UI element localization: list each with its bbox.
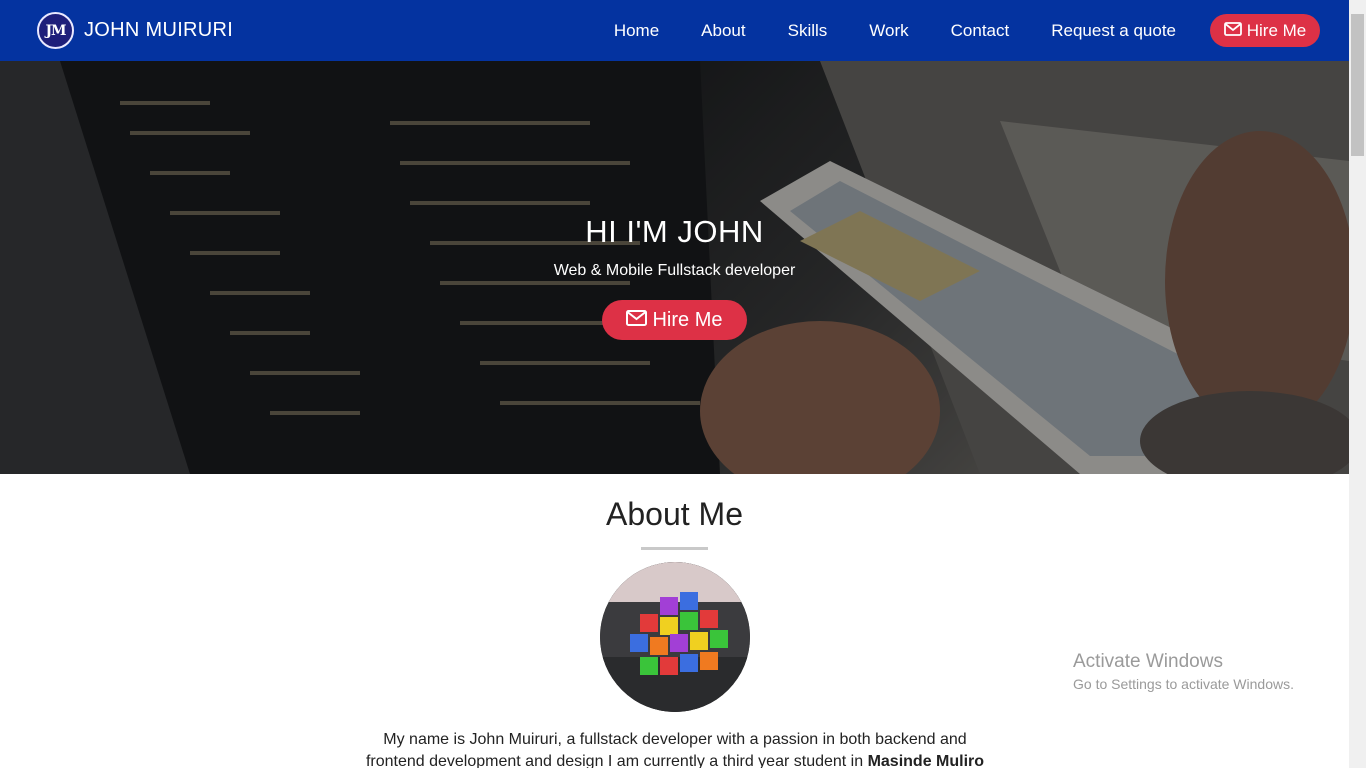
nav-link-skills[interactable]: Skills	[788, 21, 828, 41]
hero-hire-me-button[interactable]: Hire Me	[602, 300, 747, 340]
nav-link-contact[interactable]: Contact	[951, 21, 1010, 41]
envelope-icon	[626, 309, 648, 332]
about-avatar-image	[600, 562, 750, 712]
nav-hire-me-label: Hire Me	[1246, 20, 1307, 40]
about-title: About Me	[606, 496, 743, 532]
brand[interactable]: JM JOHN MUIRURI	[37, 12, 233, 49]
nav-links: Home About Skills Work Contact Request a…	[614, 14, 1320, 47]
hero-hire-me-label: Hire Me	[652, 308, 723, 331]
about-text-bold: Masinde Muliro	[867, 753, 985, 768]
envelope-icon	[1223, 21, 1242, 41]
about-description: My name is John Muiruri, a fullstack dev…	[360, 729, 990, 768]
logo: JM	[37, 12, 74, 49]
navbar: JM JOHN MUIRURI Home About Skills Work C…	[0, 0, 1349, 61]
nav-hire-me-button[interactable]: Hire Me	[1210, 14, 1320, 47]
nav-link-work[interactable]: Work	[869, 21, 908, 41]
nav-link-about[interactable]: About	[701, 21, 745, 41]
watermark-subtitle: Go to Settings to activate Windows.	[1073, 676, 1294, 692]
nav-link-home[interactable]: Home	[614, 21, 659, 41]
about-divider	[641, 547, 708, 550]
watermark-title: Activate Windows	[1073, 651, 1223, 672]
scrollbar-thumb[interactable]	[1351, 14, 1364, 156]
hero-section: HI I'M JOHN Web & Mobile Fullstack devel…	[0, 61, 1349, 474]
activate-windows-watermark: Activate Windows Go to Settings to activ…	[1073, 651, 1294, 692]
nav-link-request-quote[interactable]: Request a quote	[1051, 21, 1176, 41]
brand-name: JOHN MUIRURI	[84, 19, 234, 41]
hero-subtitle: Web & Mobile Fullstack developer	[553, 262, 796, 279]
hero-title: HI I'M JOHN	[585, 214, 764, 249]
